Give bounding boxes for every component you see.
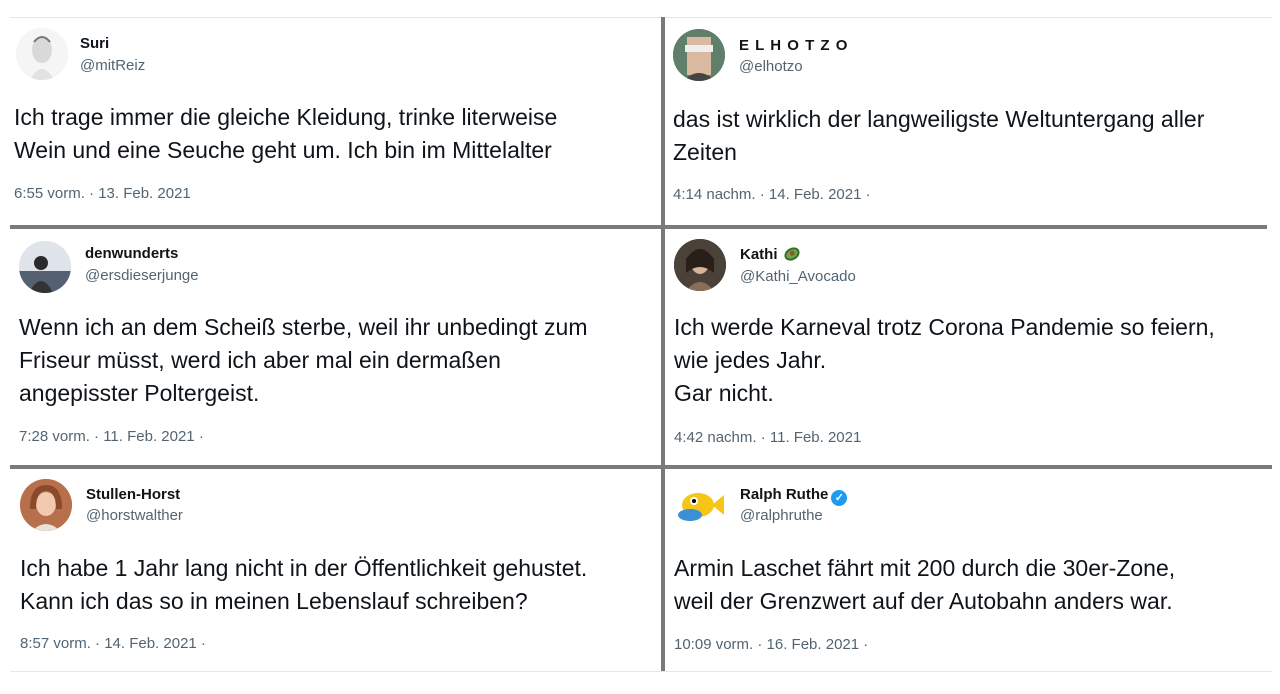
user-name-label: Ralph Ruthe xyxy=(740,486,829,503)
tweet-timestamp[interactable]: 4:14 nachm. · 14. Feb. 2021 · xyxy=(673,186,871,203)
avatar[interactable] xyxy=(674,479,726,531)
avatar[interactable] xyxy=(673,29,725,81)
tweet-timestamp[interactable]: 4:42 nachm. · 11. Feb. 2021 xyxy=(674,429,861,446)
vertical-divider xyxy=(661,17,665,671)
user-handle[interactable]: @mitReiz xyxy=(80,57,145,74)
user-name[interactable]: Stullen-Horst xyxy=(86,486,180,503)
tweet-text: Wenn ich an dem Scheiß sterbe, weil ihr … xyxy=(19,314,588,406)
user-name-label: Kathi xyxy=(740,246,778,263)
tweet-card[interactable]: E L H O T Z O @elhotzo das ist wirklich … xyxy=(665,18,1272,226)
user-handle[interactable]: @Kathi_Avocado xyxy=(740,268,856,285)
user-handle[interactable]: @horstwalther xyxy=(86,507,183,524)
tweet-card[interactable]: Stullen-Horst @horstwalther Ich habe 1 J… xyxy=(10,470,662,671)
user-name[interactable]: Kathi xyxy=(740,244,802,264)
tweet-text: Armin Laschet fährt mit 200 durch die 30… xyxy=(674,555,1176,614)
horizontal-divider-bottom xyxy=(10,465,1272,469)
tweet-card[interactable]: Kathi @Kathi_Avocado Ich werde Karneval … xyxy=(665,229,1272,465)
tweet-text: Ich trage immer die gleiche Kleidung, tr… xyxy=(14,104,558,163)
avocado-emoji-icon xyxy=(781,244,802,264)
avatar[interactable] xyxy=(20,479,72,531)
tweet-timestamp[interactable]: 8:57 vorm. · 14. Feb. 2021 · xyxy=(20,635,206,652)
user-handle[interactable]: @ralphruthe xyxy=(740,507,823,524)
verified-badge-icon: ✓ xyxy=(831,490,848,506)
tweet-text: Ich werde Karneval trotz Corona Pandemie… xyxy=(674,314,1215,406)
tweet-text: Ich habe 1 Jahr lang nicht in der Öffent… xyxy=(20,555,588,614)
user-name[interactable]: E L H O T Z O xyxy=(739,37,848,54)
avatar[interactable] xyxy=(674,239,726,291)
user-handle[interactable]: @ersdieserjunge xyxy=(85,267,199,284)
avatar[interactable] xyxy=(16,28,68,80)
user-handle[interactable]: @elhotzo xyxy=(739,58,803,75)
user-name[interactable]: denwunderts xyxy=(85,245,178,262)
tweet-timestamp[interactable]: 7:28 vorm. · 11. Feb. 2021 · xyxy=(19,428,204,445)
tweet-card[interactable]: Suri @mitReiz Ich trage immer die gleich… xyxy=(0,18,662,226)
tweet-timestamp[interactable]: 6:55 vorm. · 13. Feb. 2021 xyxy=(14,185,191,202)
tweet-card[interactable]: Ralph Ruthe ✓ @ralphruthe Armin Laschet f… xyxy=(665,470,1272,671)
user-name[interactable]: Suri xyxy=(80,35,109,52)
tweet-card[interactable]: denwunderts @ersdieserjunge Wenn ich an … xyxy=(10,229,662,465)
avatar[interactable] xyxy=(19,241,71,293)
horizontal-divider-top xyxy=(10,225,1267,229)
tweet-text: das ist wirklich der langweiligste Weltu… xyxy=(673,106,1205,165)
bottom-border xyxy=(10,671,1272,672)
tweet-timestamp[interactable]: 10:09 vorm. · 16. Feb. 2021 · xyxy=(674,636,868,653)
user-name[interactable]: Ralph Ruthe ✓ xyxy=(740,486,848,506)
